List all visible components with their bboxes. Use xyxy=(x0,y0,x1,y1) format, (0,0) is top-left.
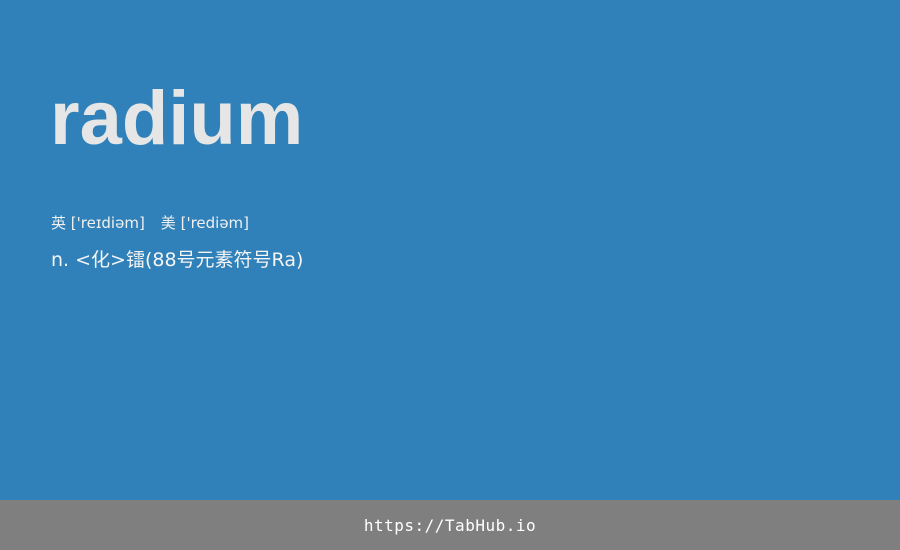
word-title: radium xyxy=(50,76,304,161)
word-card: radium 英 ['reɪdiəm] 美 ['rediəm] n. <化>镭(8… xyxy=(0,0,900,500)
uk-phonetic: ['reɪdiəm] xyxy=(70,214,145,232)
uk-phonetic-label: 英 xyxy=(51,214,67,232)
footer-bar: https://TabHub.io xyxy=(0,500,900,550)
definition-text: n. <化>镭(88号元素符号Ra) xyxy=(51,249,304,271)
footer-link[interactable]: https://TabHub.io xyxy=(364,516,536,535)
phonetics-line: 英 ['reɪdiəm] 美 ['rediəm] xyxy=(51,212,249,234)
us-phonetic: ['rediəm] xyxy=(180,214,250,232)
us-phonetic-label: 美 xyxy=(160,214,176,232)
